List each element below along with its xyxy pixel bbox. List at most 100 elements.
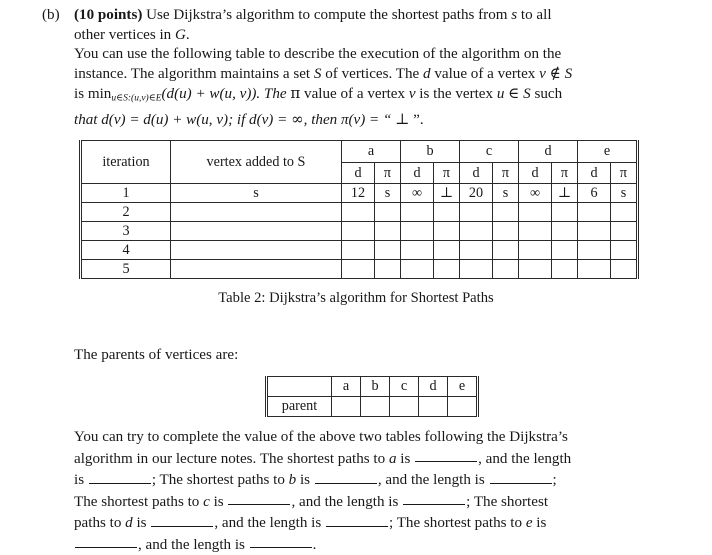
cell-pi-c[interactable]: [492, 202, 519, 222]
header-vertex-b: b: [400, 140, 460, 163]
cell-pi-d[interactable]: ⊥: [551, 183, 578, 203]
cell-d-a[interactable]: [341, 202, 375, 222]
problem-line5-b: (d(u) + w(u, v)). The: [161, 86, 291, 103]
cell-d-e[interactable]: 6: [577, 183, 611, 203]
cell-pi-d[interactable]: [551, 221, 578, 241]
dijkstra-table: iteration vertex added to S a b c d e d …: [79, 140, 639, 279]
cell-pi-e[interactable]: [610, 240, 639, 260]
cell-pi-a[interactable]: s: [374, 183, 401, 203]
problem-line4-c: value of a vertex: [430, 65, 540, 82]
cell-pi-b[interactable]: [433, 202, 460, 222]
cell-d-c[interactable]: [459, 259, 493, 279]
blank-length-c[interactable]: [403, 491, 466, 506]
perp-symbol: ⊥: [395, 109, 410, 128]
parent-header-b: b: [360, 376, 390, 397]
cell-d-a[interactable]: 12: [341, 183, 375, 203]
cell-d-a[interactable]: [341, 221, 375, 241]
table-header-row-1: iteration vertex added to S a b c d e: [79, 140, 639, 184]
points-label: (10 points): [74, 7, 143, 23]
cell-vertex-added[interactable]: [170, 259, 342, 279]
blank-path-b[interactable]: [314, 469, 377, 484]
parent-value-b[interactable]: [360, 396, 390, 417]
cell-vertex-added[interactable]: [170, 202, 342, 222]
blank-path-d[interactable]: [151, 512, 214, 527]
final-sentence-9: ;: [552, 471, 557, 488]
cell-d-c[interactable]: [459, 240, 493, 260]
parent-value-a[interactable]: [331, 396, 361, 417]
cell-d-d[interactable]: [518, 221, 552, 241]
blank-path-c[interactable]: [228, 491, 291, 506]
cell-d-b[interactable]: [400, 202, 434, 222]
cell-pi-e[interactable]: [610, 202, 639, 222]
table-row: 2: [79, 202, 639, 222]
cell-d-e[interactable]: [577, 221, 611, 241]
cell-d-a[interactable]: [341, 240, 375, 260]
cell-pi-b[interactable]: [433, 221, 460, 241]
cell-pi-c[interactable]: [492, 221, 519, 241]
cell-pi-d[interactable]: [551, 202, 578, 222]
blank-path-e[interactable]: [75, 534, 137, 549]
blank-length-d[interactable]: [326, 512, 388, 527]
cell-d-a[interactable]: [341, 259, 375, 279]
subheader-d-b: d: [400, 162, 434, 184]
parent-header-a: a: [331, 376, 361, 397]
final-sentence-13: ; The shortest: [466, 493, 549, 510]
subheader-pi-e: π: [610, 162, 639, 184]
problem-line5-a: is min: [74, 86, 112, 103]
cell-pi-e[interactable]: s: [610, 183, 639, 203]
blank-length-e[interactable]: [249, 534, 312, 549]
cell-iteration: 5: [79, 259, 171, 279]
cell-d-e[interactable]: [577, 259, 611, 279]
blank-path-a[interactable]: [415, 448, 478, 463]
problem-line5-c: value of a vertex: [300, 86, 409, 103]
cell-d-b[interactable]: [400, 259, 434, 279]
cell-pi-d[interactable]: [551, 240, 578, 260]
cell-pi-b[interactable]: [433, 240, 460, 260]
blank-length-b[interactable]: [489, 469, 552, 484]
min-subscript: u∈S:(u,v)∈E: [111, 94, 162, 105]
cell-pi-a[interactable]: [374, 240, 401, 260]
cell-pi-c[interactable]: [492, 240, 519, 260]
cell-d-d[interactable]: ∞: [518, 183, 552, 203]
problem-label: (b): [42, 7, 60, 23]
cell-pi-e[interactable]: [610, 259, 639, 279]
cell-d-c[interactable]: 20: [459, 183, 493, 203]
cell-d-b[interactable]: [400, 221, 434, 241]
header-vertex-e: e: [577, 140, 639, 163]
problem-line6-b: , then π(v) = “: [303, 111, 396, 128]
parent-value-e[interactable]: [447, 396, 479, 417]
cell-pi-d[interactable]: [551, 259, 578, 279]
parent-value-c[interactable]: [389, 396, 419, 417]
final-sentence-3: is: [396, 450, 415, 467]
cell-vertex-added[interactable]: s: [170, 183, 342, 203]
problem-line4-a: instance. The algorithm maintains a set: [74, 65, 314, 82]
cell-pi-c[interactable]: s: [492, 183, 519, 203]
blank-length-a[interactable]: [88, 469, 151, 484]
final-sentence-8: , and the length is: [377, 471, 489, 488]
cell-d-e[interactable]: [577, 240, 611, 260]
problem-line1-text: Use Dijkstra’s algorithm to compute the …: [142, 7, 512, 23]
cell-d-d[interactable]: [518, 240, 552, 260]
cell-pi-e[interactable]: [610, 221, 639, 241]
cell-d-b[interactable]: [400, 240, 434, 260]
cell-vertex-added[interactable]: [170, 240, 342, 260]
cell-pi-a[interactable]: [374, 202, 401, 222]
final-sentence-4: , and the length: [478, 450, 572, 467]
cell-d-c[interactable]: [459, 221, 493, 241]
problem-line5-d: is the vertex: [415, 86, 497, 103]
cell-vertex-added[interactable]: [170, 221, 342, 241]
cell-d-e[interactable]: [577, 202, 611, 222]
cell-pi-a[interactable]: [374, 259, 401, 279]
cell-d-d[interactable]: [518, 259, 552, 279]
cell-pi-b[interactable]: ⊥: [433, 183, 460, 203]
final-sentence-14: paths to: [74, 514, 126, 531]
parent-value-d[interactable]: [418, 396, 448, 417]
cell-d-c[interactable]: [459, 202, 493, 222]
problem-line1-tail: to all: [517, 7, 552, 23]
cell-pi-c[interactable]: [492, 259, 519, 279]
cell-pi-a[interactable]: [374, 221, 401, 241]
cell-d-d[interactable]: [518, 202, 552, 222]
parent-table-row: parent: [265, 396, 479, 417]
cell-pi-b[interactable]: [433, 259, 460, 279]
cell-d-b[interactable]: ∞: [400, 183, 434, 203]
